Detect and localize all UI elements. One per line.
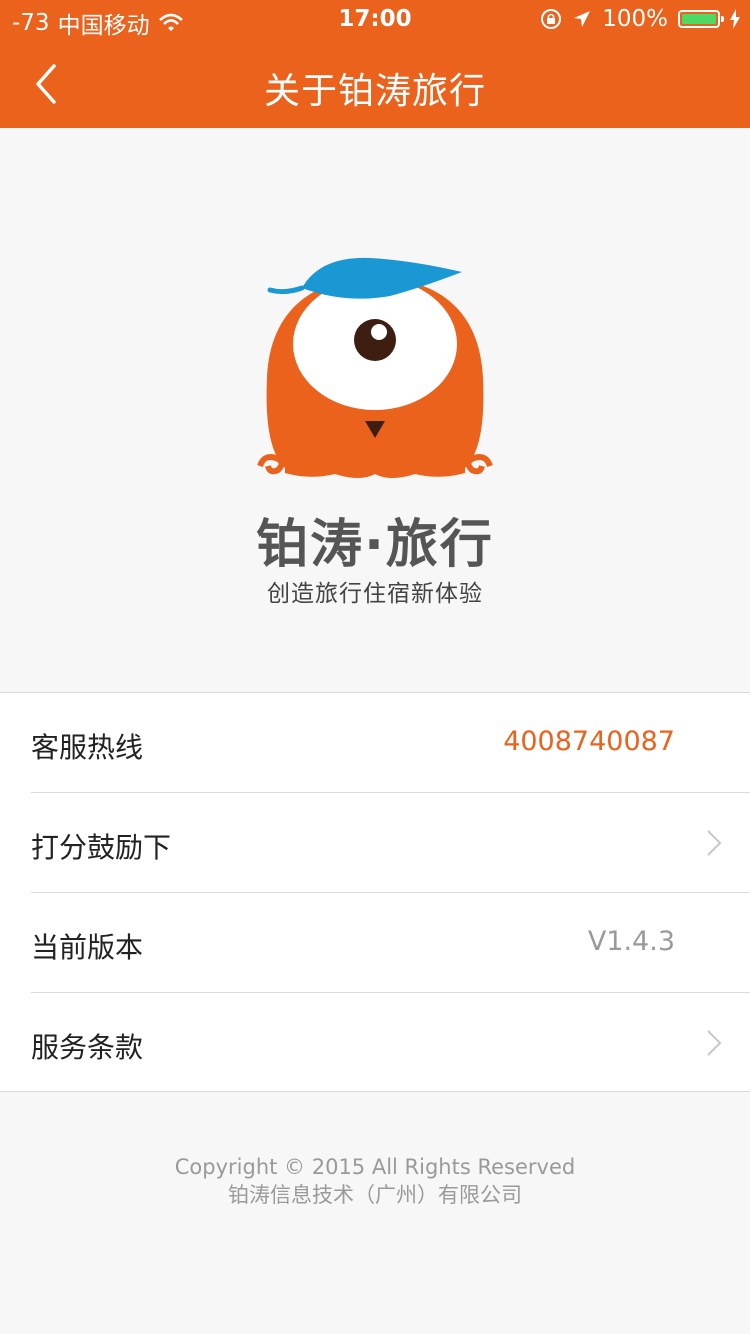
brand-slogan: 创造旅行住宿新体验 <box>267 581 483 607</box>
brand-name: 铂涛·旅行 <box>256 515 494 575</box>
mascot-logo <box>257 257 493 478</box>
chevron-right-icon <box>707 830 722 856</box>
hotline-row[interactable]: 客服热线 4008740087 <box>0 693 750 793</box>
battery-percent: 100% <box>602 6 668 32</box>
about-hero: 铂涛·旅行 创造旅行住宿新体验 <box>0 128 750 692</box>
status-bar: -73 中国移动 17:00 100% <box>0 0 750 40</box>
location-icon <box>574 11 591 27</box>
version-value: V1.4.3 <box>587 926 675 957</box>
page-title: 关于铂涛旅行 <box>263 71 486 112</box>
copyright-text: Copyright © 2015 All Rights Reserved <box>174 1155 576 1179</box>
info-list: 客服热线 4008740087 打分鼓励下 当前版本 V1.4.3 服务条款 <box>0 692 750 1092</box>
battery-icon <box>678 10 724 28</box>
chevron-right-icon <box>707 1030 722 1056</box>
company-name: 铂涛信息技术（广州）有限公司 <box>228 1183 522 1207</box>
rate-row[interactable]: 打分鼓励下 <box>0 793 750 893</box>
hotline-label: 客服热线 <box>31 731 144 764</box>
terms-row[interactable]: 服务条款 <box>0 993 750 1093</box>
hotline-number[interactable]: 4008740087 <box>503 726 675 757</box>
version-label: 当前版本 <box>31 931 144 964</box>
nav-bar: 关于铂涛旅行 <box>0 40 750 128</box>
charging-icon <box>730 9 740 29</box>
version-row: 当前版本 V1.4.3 <box>0 893 750 993</box>
top-bar: -73 中国移动 17:00 100% 关于铂涛旅行 <box>0 0 750 128</box>
rate-label: 打分鼓励下 <box>31 831 172 864</box>
terms-label: 服务条款 <box>31 1031 144 1064</box>
footer: Copyright © 2015 All Rights Reserved 铂涛信… <box>0 1153 750 1209</box>
rotation-lock-icon <box>541 9 562 29</box>
